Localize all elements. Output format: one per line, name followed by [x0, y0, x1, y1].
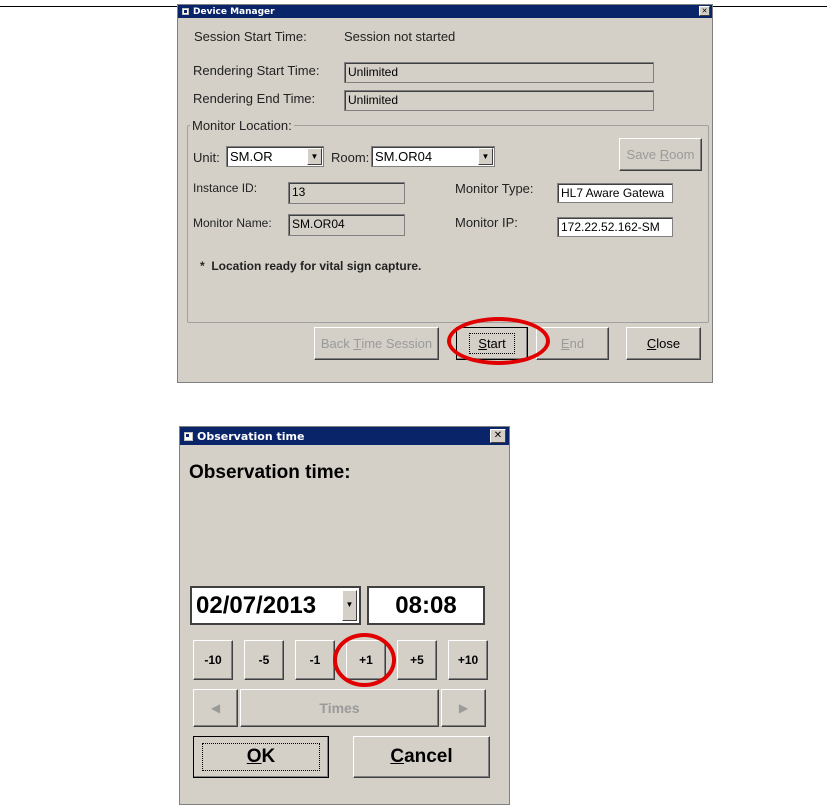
unit-label: Unit: — [193, 150, 220, 165]
room-select-value: SM.OR04 — [375, 149, 433, 164]
unit-select-value: SM.OR — [230, 149, 273, 164]
ok-hotkey: O — [246, 746, 262, 767]
end-rest: nd — [569, 336, 585, 351]
close-hotkey: C — [646, 336, 657, 351]
rendering-end-field: Unlimited — [344, 90, 654, 111]
session-start-label: Session Start Time: — [194, 29, 307, 44]
back-time-rest: ime Session — [361, 336, 433, 351]
cancel-hotkey: C — [390, 746, 405, 767]
monitor-ip-field: 172.22.52.162-SM — [557, 217, 673, 237]
close-icon[interactable]: ✕ — [490, 429, 506, 443]
plus-5-button[interactable]: +5 — [397, 640, 437, 680]
close-icon[interactable]: ✕ — [699, 6, 710, 16]
rendering-start-field: Unlimited — [344, 62, 654, 83]
observation-titlebar: Observation time ✕ — [180, 427, 509, 445]
cancel-rest: ancel — [404, 746, 453, 767]
dropdown-arrow-icon[interactable]: ▼ — [342, 590, 357, 621]
start-button[interactable]: Start — [456, 327, 528, 360]
device-manager-window: Device Manager ✕ Session Start Time: Ses… — [177, 4, 713, 383]
save-room-rest: oom — [669, 147, 695, 162]
room-select[interactable]: SM.OR04 ▼ — [371, 146, 495, 167]
rendering-end-label: Rendering End Time: — [193, 91, 316, 106]
dropdown-arrow-icon[interactable]: ▼ — [478, 148, 493, 165]
minus-1-button[interactable]: -1 — [295, 640, 335, 680]
save-room-hotkey: R — [659, 147, 670, 162]
close-rest: lose — [656, 336, 681, 351]
back-time-prefix: Back — [320, 336, 354, 351]
back-time-session-button[interactable]: Back Time Session — [314, 327, 439, 360]
window-app-icon — [184, 431, 193, 441]
back-time-hotkey: T — [353, 336, 362, 351]
save-room-prefix: Save — [626, 147, 660, 162]
monitor-ip-label: Monitor IP: — [455, 215, 518, 230]
end-button[interactable]: End — [536, 327, 609, 360]
unit-select[interactable]: SM.OR ▼ — [226, 146, 324, 167]
plus-1-button[interactable]: +1 — [346, 640, 386, 680]
cancel-button[interactable]: Cancel — [353, 736, 490, 778]
right-arrow-icon[interactable]: ▶ — [441, 689, 486, 727]
minus-5-button[interactable]: -5 — [244, 640, 284, 680]
end-hotkey: E — [560, 336, 570, 351]
device-manager-titlebar: Device Manager ✕ — [178, 5, 712, 18]
window-title: Device Manager — [193, 6, 275, 17]
room-label: Room: — [331, 150, 370, 165]
monitor-type-field: HL7 Aware Gatewa — [557, 183, 673, 203]
monitor-location-label: Monitor Location: — [190, 118, 294, 133]
start-rest: tart — [486, 336, 506, 351]
close-button[interactable]: Close — [626, 327, 701, 360]
plus-10-button[interactable]: +10 — [448, 640, 488, 680]
date-picker[interactable]: 02/07/2013 ▼ — [190, 586, 361, 625]
ok-rest: K — [261, 746, 276, 767]
observation-heading: Observation time: — [189, 462, 351, 483]
observation-time-window: Observation time ✕ Observation time: 02/… — [179, 426, 510, 805]
instance-id-field: 13 — [288, 182, 405, 204]
monitor-type-label: Monitor Type: — [455, 181, 534, 196]
date-value: 02/07/2013 — [196, 592, 317, 619]
rendering-start-label: Rendering Start Time: — [193, 63, 320, 78]
monitor-name-label: Monitor Name: — [193, 216, 272, 230]
times-button[interactable]: Times — [240, 689, 439, 727]
session-start-value: Session not started — [344, 29, 456, 44]
instance-id-label: Instance ID: — [193, 181, 258, 195]
save-room-button[interactable]: Save Room — [619, 138, 702, 171]
start-hotkey: S — [478, 336, 487, 351]
minus-10-button[interactable]: -10 — [193, 640, 233, 680]
time-field[interactable]: 08:08 — [367, 586, 485, 625]
window-app-icon — [182, 8, 189, 15]
monitor-name-field: SM.OR04 — [288, 214, 405, 236]
window-title: Observation time — [197, 429, 305, 443]
status-message: * Location ready for vital sign capture. — [200, 259, 422, 273]
ok-button-focus: OK — [201, 743, 321, 771]
ok-button[interactable]: OK — [193, 736, 329, 778]
time-value: 08:08 — [395, 592, 457, 619]
start-button-focus: Start — [469, 333, 515, 354]
left-arrow-icon[interactable]: ◀ — [193, 689, 238, 727]
dropdown-arrow-icon[interactable]: ▼ — [307, 148, 322, 165]
